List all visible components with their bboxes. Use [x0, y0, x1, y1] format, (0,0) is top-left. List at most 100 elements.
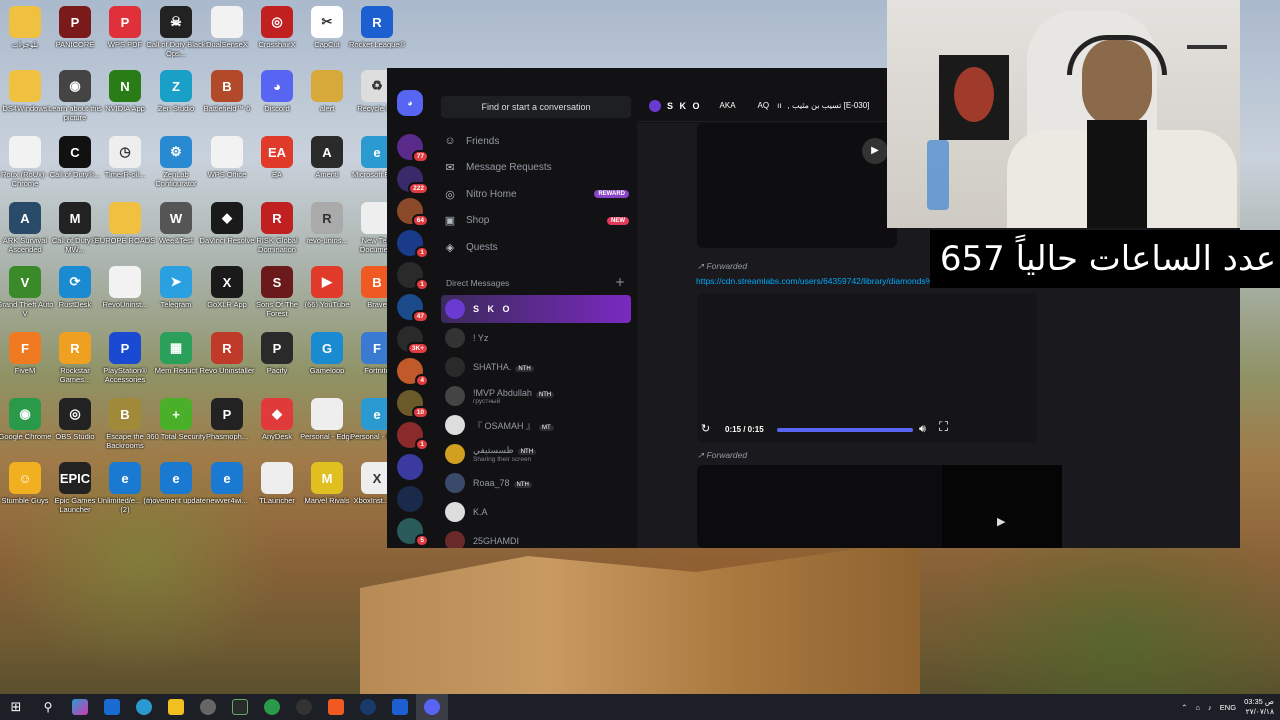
search-button[interactable]: ⚲ [32, 694, 64, 720]
taskbar-brave[interactable] [320, 694, 352, 720]
app-icon: P [261, 332, 293, 364]
nav-item[interactable]: ▣ Shop NEW [443, 210, 633, 232]
dm-item[interactable]: K.A [441, 498, 631, 526]
server-icon[interactable]: 222 [397, 166, 429, 195]
app-icon: ⚙ [160, 136, 192, 168]
nav-item[interactable]: ✉ Message Requests [443, 157, 633, 179]
desktop-icon[interactable]: R Rocket League® [346, 4, 408, 68]
taskbar-obs[interactable] [288, 694, 320, 720]
avatar [445, 299, 465, 319]
clock-date: ٢٧/٠٧/١٨ [1245, 707, 1274, 716]
server-icon[interactable]: 1 [397, 230, 429, 259]
taskbar-edge[interactable] [128, 694, 160, 720]
taskbar-chrome[interactable] [256, 694, 288, 720]
obs-icon [296, 699, 312, 715]
mic-arm [1187, 45, 1227, 49]
server-badge: 5 [415, 534, 429, 547]
avatar [445, 473, 465, 493]
dm-item[interactable]: Roaa_78 NTH [441, 469, 631, 497]
avatar [445, 444, 465, 464]
app-icon [109, 202, 141, 234]
network-icon[interactable]: ⌂ [1196, 703, 1201, 712]
dm-name-text: 25GHAMDI [473, 536, 520, 546]
server-icon[interactable]: 1 [397, 422, 429, 451]
dm-name-text: S K O [473, 304, 513, 314]
server-icon[interactable]: 5 [397, 518, 429, 547]
avatar [445, 502, 465, 522]
server-icon[interactable]: 10 [397, 390, 429, 419]
dm-item[interactable]: !MVP Abdullah NTH грустный [441, 382, 631, 410]
language-indicator[interactable]: ENG [1220, 703, 1236, 712]
server-icon[interactable] [397, 486, 423, 512]
taskbar-copilot[interactable] [64, 694, 96, 720]
video-embed-2[interactable]: ▶ [697, 465, 1062, 548]
video-player[interactable] [697, 293, 1037, 443]
dm-name-text: Roaa_78 [473, 478, 510, 488]
steam-icon [360, 699, 376, 715]
video-embed[interactable]: ▶ [697, 123, 897, 248]
dm-name-text: K.A [473, 507, 488, 517]
avatar [445, 357, 465, 377]
taskbar-mail[interactable] [96, 694, 128, 720]
dm-item[interactable]: S K O [441, 295, 631, 323]
fullscreen-icon[interactable]: ⛶ [939, 420, 948, 435]
taskbar-app[interactable] [192, 694, 224, 720]
edge-icon [136, 699, 152, 715]
server-badge: 4 [415, 374, 429, 387]
chat-title: S K O [667, 100, 702, 111]
system-tray: ⌃ ⌂ ♪ ENG 03:35 ص ٢٧/٠٧/١٨ [1181, 694, 1274, 720]
dm-item[interactable]: ! Yz [441, 324, 631, 352]
forwarded-text: Forwarded [706, 261, 748, 271]
windows-icon: ⊞ [10, 699, 22, 715]
volume-icon[interactable]: 🔊︎ [919, 422, 926, 436]
app-icon: e [160, 462, 192, 494]
taskbar-discord[interactable] [416, 694, 448, 720]
app-icon: ▦ [160, 332, 192, 364]
play-icon-2[interactable]: ▶ [997, 515, 1005, 528]
start-button[interactable]: ⊞ [0, 694, 32, 720]
taskbar-steam[interactable] [352, 694, 384, 720]
header-tag-bars: ıı [777, 101, 782, 110]
dm-item[interactable]: 25GHAMDI [441, 527, 631, 548]
app-icon: ✂ [311, 6, 343, 38]
clock-time: 03:35 ص [1244, 697, 1274, 706]
dm-text: S K O [473, 304, 513, 314]
taskbar-goxlr[interactable] [224, 694, 256, 720]
dm-name-text: ! Yz [473, 333, 489, 343]
server-icon[interactable] [397, 454, 423, 480]
video-time: 0:15 / 0:15 [725, 425, 764, 434]
taskbar-rocket[interactable] [384, 694, 416, 720]
server-icon[interactable]: 1 [397, 262, 429, 291]
tray-chevron-icon[interactable]: ⌃ [1181, 703, 1187, 712]
dm-item[interactable]: 『 OSAMAH 』 MT [441, 411, 631, 439]
nav-item[interactable]: ◈ Quests [443, 236, 633, 258]
play-icon[interactable]: ▶ [862, 138, 888, 164]
server-icon[interactable]: 4 [397, 358, 429, 387]
app-icon: e [211, 462, 243, 494]
search-input[interactable]: Find or start a conversation [441, 96, 631, 118]
taskbar-store[interactable] [160, 694, 192, 720]
dm-name: 『 OSAMAH 』 MT [473, 419, 554, 432]
avatar [445, 328, 465, 348]
server-icon[interactable]: 47 [397, 294, 429, 323]
video-progress-track[interactable] [777, 428, 913, 432]
create-dm-icon[interactable]: + [615, 275, 625, 289]
dm-text: 25GHAMDI [473, 536, 519, 546]
volume-tray-icon[interactable]: ♪ [1208, 703, 1212, 712]
store-icon [168, 699, 184, 715]
dm-item[interactable]: SHATHA. NTH [441, 353, 631, 381]
nav-icon: ☺ [444, 135, 456, 147]
nav-item[interactable]: ◎ Nitro Home REWARD [443, 183, 633, 205]
nav-item[interactable]: ☺ Friends [443, 130, 633, 152]
dm-name: !MVP Abdullah NTH [473, 388, 555, 398]
server-icon[interactable]: 3K+ [397, 326, 429, 355]
webcam-feed [887, 0, 1240, 228]
replay-icon[interactable]: ↻ [701, 422, 710, 435]
server-icon[interactable]: 77 [397, 134, 429, 163]
server-icon[interactable]: 64 [397, 198, 429, 227]
copilot-icon [72, 699, 88, 715]
dm-status: Sharing their screen [473, 456, 532, 463]
discord-home-icon[interactable]: ◕ [397, 90, 423, 116]
clock[interactable]: 03:35 ص ٢٧/٠٧/١٨ [1244, 697, 1274, 717]
dm-item[interactable]: ظسستيفي NTH Sharing their screen [441, 440, 631, 468]
